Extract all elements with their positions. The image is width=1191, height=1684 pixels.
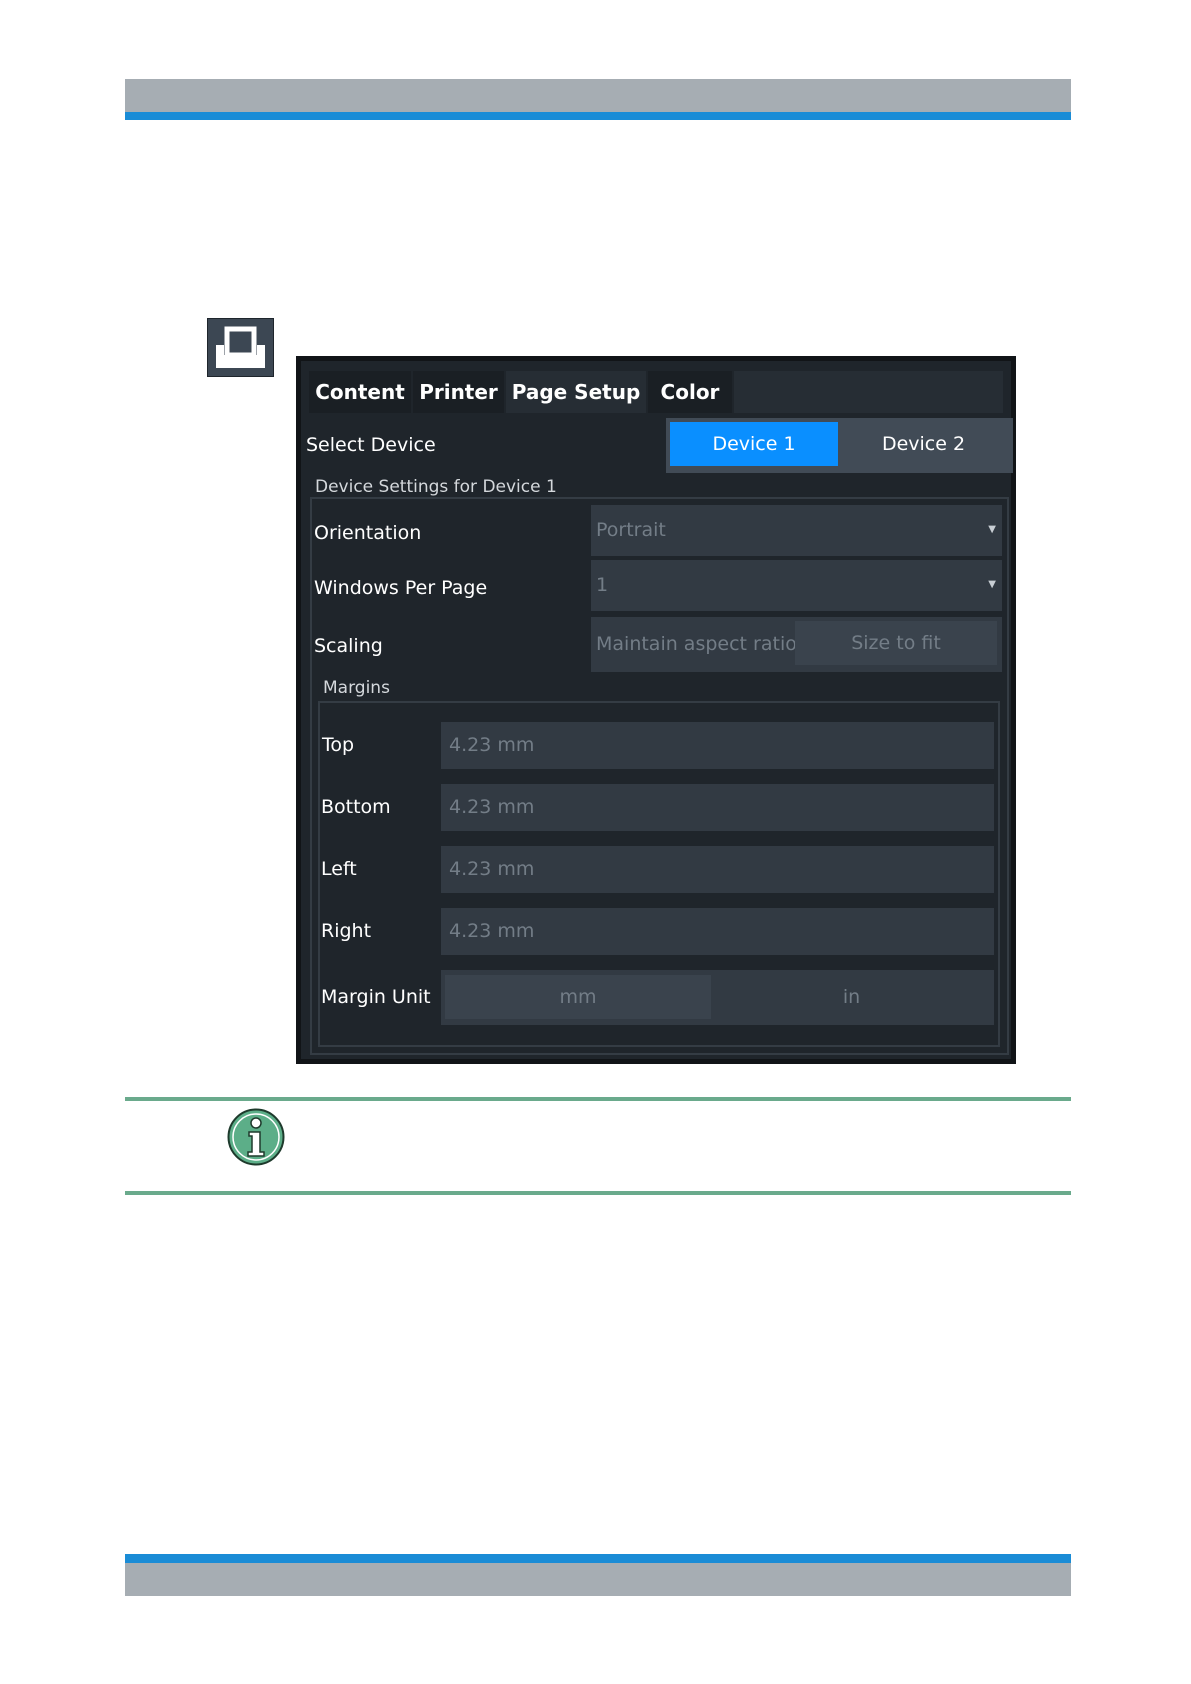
scaling-toggle: Maintain aspect ratio Size to fit	[591, 617, 1002, 672]
maintain-aspect-ratio-option[interactable]: Maintain aspect ratio	[596, 617, 797, 672]
margin-bottom-label: Bottom	[321, 796, 391, 818]
info-icon	[227, 1108, 285, 1166]
note-bottom-rule	[125, 1191, 1071, 1195]
device-2-button[interactable]: Device 2	[838, 422, 1009, 466]
tab-content[interactable]: Content	[309, 371, 411, 413]
margin-unit-toggle: mm in	[441, 970, 994, 1025]
page-footer-accent	[125, 1554, 1071, 1563]
scaling-label: Scaling	[314, 635, 383, 657]
orientation-value: Portrait	[596, 519, 666, 541]
tab-color[interactable]: Color	[648, 371, 732, 413]
dialog-body: Content Printer Page Setup Color Select …	[301, 361, 1013, 1059]
device-1-button[interactable]: Device 1	[670, 422, 838, 466]
margin-unit-label: Margin Unit	[321, 986, 431, 1008]
windows-per-page-value: 1	[596, 574, 609, 596]
page-header-accent	[125, 112, 1071, 120]
tab-page-setup[interactable]: Page Setup	[506, 371, 646, 413]
margin-unit-mm-option[interactable]: mm	[445, 975, 711, 1019]
orientation-dropdown[interactable]: Portrait ▼	[591, 505, 1002, 556]
windows-per-page-dropdown[interactable]: 1 ▼	[591, 560, 1002, 611]
tab-printer[interactable]: Printer	[413, 371, 504, 413]
margin-bottom-input[interactable]: 4.23 mm	[441, 784, 994, 831]
select-device-label: Select Device	[306, 434, 436, 456]
margin-left-label: Left	[321, 858, 357, 880]
tab-bar-filler	[734, 371, 1003, 413]
chevron-down-icon: ▼	[988, 524, 996, 535]
chevron-down-icon: ▼	[988, 579, 996, 590]
margin-right-label: Right	[321, 920, 372, 942]
windows-per-page-label: Windows Per Page	[314, 577, 488, 599]
margin-top-input[interactable]: 4.23 mm	[441, 722, 994, 769]
orientation-label: Orientation	[314, 522, 422, 544]
page-footer-bar	[125, 1563, 1071, 1596]
margin-right-input[interactable]: 4.23 mm	[441, 908, 994, 955]
tab-bar: Content Printer Page Setup Color	[309, 371, 1003, 413]
margin-unit-in-option[interactable]: in	[713, 975, 990, 1019]
device-settings-group-title: Device Settings for Device 1	[315, 477, 557, 497]
margin-left-input[interactable]: 4.23 mm	[441, 846, 994, 893]
margins-group-title: Margins	[323, 678, 390, 698]
print-settings-dialog: Content Printer Page Setup Color Select …	[296, 356, 1016, 1064]
device-selector: Device 1 Device 2	[666, 418, 1013, 473]
size-to-fit-option[interactable]: Size to fit	[795, 621, 997, 665]
printer-icon	[207, 318, 274, 377]
margin-top-label: Top	[322, 734, 355, 756]
page-header-bar	[125, 79, 1071, 112]
note-top-rule	[125, 1097, 1071, 1101]
